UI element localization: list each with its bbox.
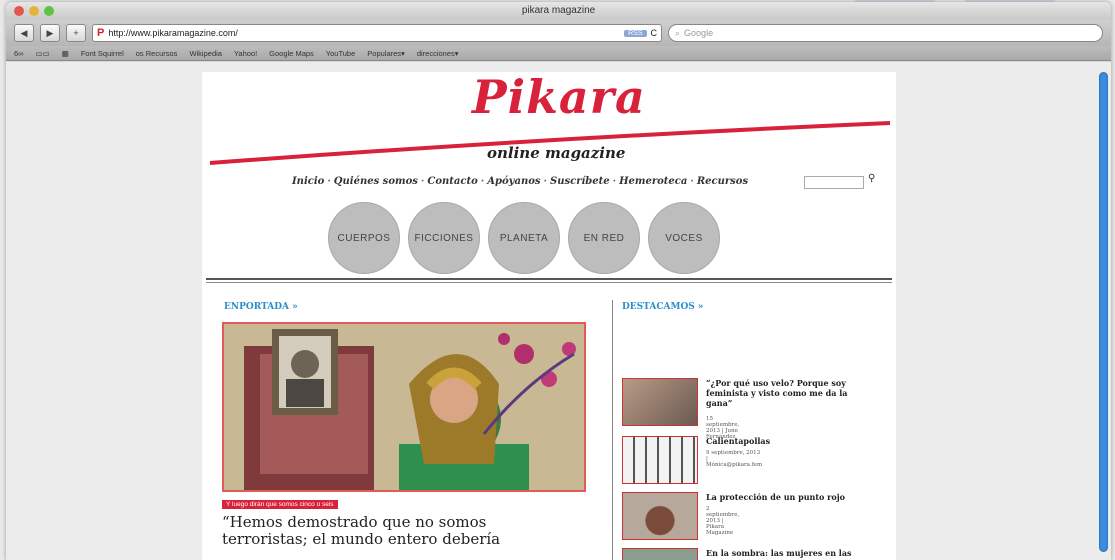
article-title[interactable]: “¿Por qué uso velo? Porque soy feminista…	[706, 378, 866, 408]
article-title[interactable]: Calientapollas	[706, 436, 866, 446]
feature-tag[interactable]: Y luego dirán que somos cinco o seis	[222, 500, 338, 509]
reload-button[interactable]: C	[651, 28, 658, 38]
window-title: pikara magazine	[521, 5, 596, 16]
search-icon: ⌕	[675, 27, 681, 38]
bookmark-item[interactable]: Yahoo!	[234, 49, 257, 58]
menu-item-inicio[interactable]: Inicio	[292, 176, 324, 187]
address-bar[interactable]: P http://www.pikaramagazine.com/ RSS C	[92, 24, 662, 42]
article-meta: 2 septiembre, 2013 | Pikara Magazine	[706, 506, 740, 536]
title-bar: pikara magazine	[6, 2, 1111, 20]
article-title[interactable]: La protección de un punto rojo	[706, 492, 866, 502]
feature-photo	[224, 324, 584, 490]
divider	[206, 282, 892, 283]
browser-window: pikara magazine ◀ ▶ + P http://www.pikar…	[6, 2, 1111, 560]
menu-item-quienes-somos[interactable]: Quiénes somos	[334, 176, 418, 187]
bookmark-item[interactable]: Google Maps	[269, 49, 314, 58]
bookmark-item[interactable]: YouTube	[326, 49, 355, 58]
article-thumbnail[interactable]	[622, 548, 698, 560]
article-thumbnail[interactable]	[622, 436, 698, 484]
url-text: http://www.pikaramagazine.com/	[108, 28, 238, 38]
reader-icon[interactable]: 6∞	[14, 49, 24, 58]
article-meta: 9 septiembre, 2013 | Mónica@pikara.fem	[706, 450, 763, 468]
bookmark-item[interactable]: Populares▾	[367, 49, 405, 58]
menu-separator: ·	[543, 176, 547, 187]
menu-separator: ·	[612, 176, 617, 187]
close-icon[interactable]	[14, 6, 24, 16]
browser-content: Pikara online magazine Inicio · Quiénes …	[6, 62, 1111, 560]
feature-image[interactable]	[222, 322, 586, 492]
category-nav: CUERPOS FICCIONES PLANETA EN RED VOCES	[328, 202, 720, 274]
scrollbar[interactable]	[1099, 72, 1108, 552]
zoom-icon[interactable]	[44, 6, 54, 16]
add-bookmark-button[interactable]: +	[66, 24, 86, 42]
back-button[interactable]: ◀	[14, 24, 34, 42]
menu-item-apoyanos[interactable]: Apóyanos	[487, 176, 540, 187]
article-thumbnail[interactable]	[622, 378, 698, 426]
category-cuerpos[interactable]: CUERPOS	[328, 202, 400, 274]
category-ficciones[interactable]: FICCIONES	[408, 202, 480, 274]
category-voces[interactable]: VOCES	[648, 202, 720, 274]
rss-button[interactable]: RSS	[624, 29, 647, 37]
bookmarks-icon[interactable]: ▭▭	[36, 49, 50, 58]
menu-item-recursos[interactable]: Recursos	[697, 176, 748, 187]
site-search-input[interactable]	[804, 176, 864, 189]
menu-item-contacto[interactable]: Contacto	[427, 176, 477, 187]
divider	[206, 278, 892, 280]
article-title[interactable]: En la sombra: las mujeres en las	[706, 548, 866, 558]
feature-headline[interactable]: “Hemos demostrado que no somos terrorist…	[222, 514, 522, 548]
category-planeta[interactable]: PLANETA	[488, 202, 560, 274]
top-sites-icon[interactable]: ▦	[62, 49, 69, 58]
menu-item-suscribete[interactable]: Suscríbete	[550, 176, 610, 187]
web-page: Pikara online magazine Inicio · Quiénes …	[202, 70, 896, 560]
main-menu: Inicio · Quiénes somos · Contacto · Apóy…	[292, 176, 748, 187]
column-divider	[612, 300, 613, 560]
category-en-red[interactable]: EN RED	[568, 202, 640, 274]
section-heading-destacamos[interactable]: DESTACAMOS »	[622, 302, 704, 312]
menu-item-hemeroteca[interactable]: Hemeroteca	[619, 176, 687, 187]
bookmarks-bar: 6∞ ▭▭ ▦ Font Squirrel os Recursos Wikipe…	[6, 46, 1111, 61]
menu-separator: ·	[690, 176, 694, 187]
bookmark-item[interactable]: Wikipedia	[189, 49, 222, 58]
bookmark-item[interactable]: os Recursos	[136, 49, 178, 58]
article-thumbnail[interactable]	[622, 492, 698, 540]
section-heading-portada[interactable]: ENPORTADA »	[224, 302, 298, 312]
forward-button[interactable]: ▶	[40, 24, 60, 42]
search-icon[interactable]: ⚲	[868, 173, 875, 184]
favicon-icon: P	[97, 27, 105, 39]
menu-separator: ·	[327, 176, 331, 187]
site-logo[interactable]: Pikara	[472, 70, 646, 124]
search-placeholder: Google	[684, 28, 714, 38]
menu-separator: ·	[480, 176, 485, 187]
bookmark-item[interactable]: Font Squirrel	[81, 49, 124, 58]
menu-separator: ·	[420, 176, 425, 187]
site-subtitle: online magazine	[487, 144, 626, 162]
minimize-icon[interactable]	[29, 6, 39, 16]
search-field[interactable]: ⌕ Google	[668, 24, 1103, 42]
bookmark-item[interactable]: direcciones▾	[417, 49, 459, 58]
toolbar: ◀ ▶ + P http://www.pikaramagazine.com/ R…	[6, 20, 1111, 46]
